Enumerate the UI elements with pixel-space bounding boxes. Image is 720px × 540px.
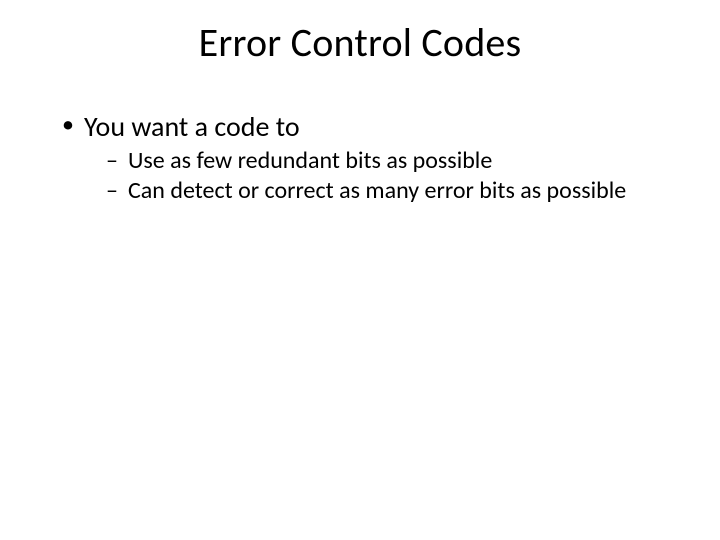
list-item: You want a code to Use as few redundant … [62, 110, 660, 206]
list-item: Can detect or correct as many error bits… [106, 177, 660, 205]
bullet-text: Use as few redundant bits as possible [128, 146, 492, 175]
bullet-text: You want a code to [84, 109, 300, 144]
bullet-list: You want a code to Use as few redundant … [62, 110, 660, 206]
slide-body: You want a code to Use as few redundant … [62, 110, 660, 212]
list-item: Use as few redundant bits as possible [106, 147, 660, 175]
sub-bullet-list: Use as few redundant bits as possible Ca… [84, 147, 660, 206]
slide-title: Error Control Codes [0, 18, 720, 67]
bullet-text: Can detect or correct as many error bits… [128, 176, 626, 205]
slide: Error Control Codes You want a code to U… [0, 0, 720, 540]
